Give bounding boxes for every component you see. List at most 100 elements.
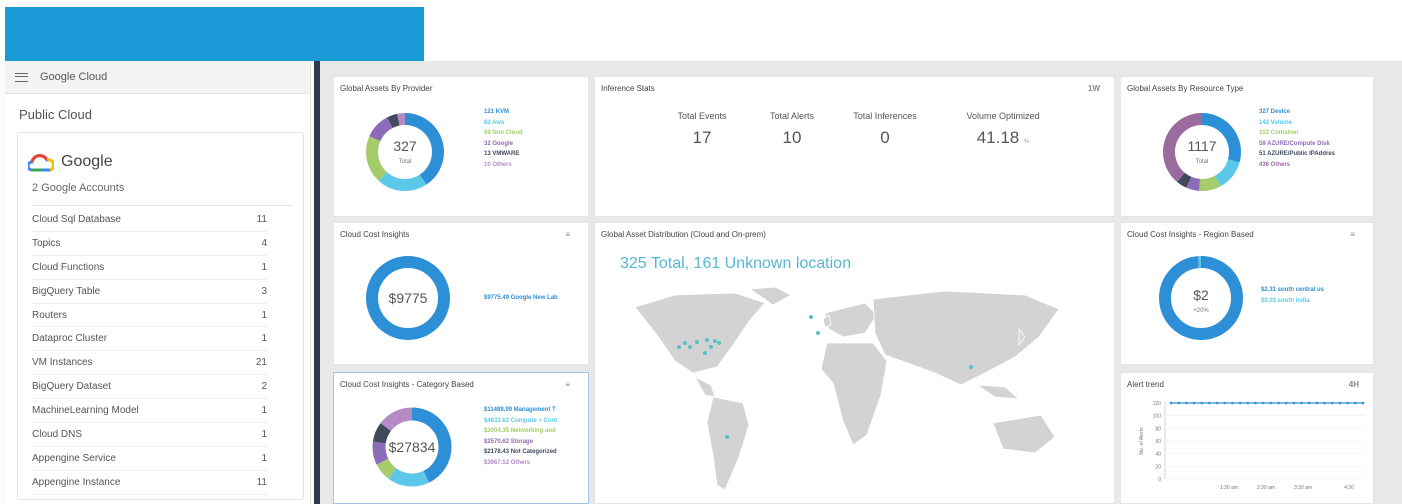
chart-legend: 327 Device 142 Volume 102 Container 59 AZUR… (1259, 107, 1335, 170)
widget-title: Inference Stats (601, 84, 655, 93)
provider-brand: Google (18, 133, 303, 173)
resource-row[interactable]: Appengine Service 1 (32, 447, 267, 471)
widget-title: Alert trend (1127, 380, 1164, 389)
data-point (1208, 401, 1211, 405)
x-tick-label: 3:30 am (1294, 485, 1312, 491)
data-point (1223, 401, 1227, 405)
stat-label: Volume Optimized (966, 111, 1040, 121)
legend-item[interactable]: 51 AZURE/Public IPAddres (1259, 149, 1335, 160)
legend-item[interactable]: 10 Others (484, 160, 523, 171)
legend-item[interactable]: $4633.62 Compute + Cont (484, 416, 557, 427)
widget-cloud-cost-insights[interactable]: Cloud Cost Insights ≡ $9775 $9775.49 Goo… (333, 222, 589, 365)
widget-title: Cloud Cost Insights - Category Based (340, 380, 474, 389)
legend-item[interactable]: 62 Aws (484, 118, 523, 129)
widget-cost-category[interactable]: Cloud Cost Insights - Category Based ≡ $… (333, 372, 589, 504)
data-point (1277, 401, 1280, 405)
resource-row[interactable]: Routers 1 (32, 304, 267, 328)
y-tick-label: 40 (1155, 452, 1161, 458)
widget-inference-stats[interactable]: Inference Stats 1W Total Events 17 Total… (594, 76, 1115, 217)
resource-row[interactable]: Cloud Sql Database 11 (32, 208, 267, 232)
resource-row[interactable]: VM Instances 21 (32, 351, 267, 376)
resource-count: 1 (261, 333, 267, 345)
legend-item[interactable]: 327 Device (1259, 107, 1335, 118)
legend-item[interactable]: $11489.99 Management T (484, 405, 557, 416)
widget-assets-by-provider[interactable]: Global Assets By Provider 327 Total 121 … (333, 76, 589, 217)
resource-row[interactable]: Appengine Instance 11 (32, 471, 267, 495)
location-marker (725, 435, 729, 439)
legend-item[interactable]: 121 KVM (484, 107, 523, 118)
resource-name: Cloud Functions (32, 261, 105, 273)
period-selector[interactable]: 1W (1088, 84, 1100, 93)
resource-name: Topics (32, 237, 61, 249)
stat-total-events: Total Events 17 (667, 111, 737, 148)
location-marker (713, 339, 717, 343)
widget-assets-by-resource-type[interactable]: Global Assets By Resource Type 1117 Tota… (1120, 76, 1374, 217)
section-title: Public Cloud (19, 107, 92, 122)
resource-row[interactable]: MachineLearning Model 1 (32, 399, 267, 424)
data-point (1215, 401, 1219, 405)
resource-row[interactable]: Cloud Functions 1 (32, 256, 267, 280)
legend-item[interactable]: 102 Container (1259, 128, 1335, 139)
resource-name: Routers (32, 309, 68, 321)
legend-item[interactable]: $0.03 south india (1261, 296, 1324, 307)
data-point (1192, 401, 1196, 405)
legend-item[interactable]: $2570.62 Storage (484, 437, 557, 448)
map-africa (820, 342, 888, 446)
resource-count: 2 (261, 381, 267, 393)
stat-label: Total Inferences (853, 111, 917, 121)
widget-cost-region[interactable]: Cloud Cost Insights - Region Based ≡ $2 … (1120, 222, 1374, 365)
legend-item[interactable]: 436 Others (1259, 160, 1335, 171)
resource-count: 1 (261, 452, 267, 464)
menu-icon[interactable]: ≡ (565, 230, 570, 239)
data-point (1323, 401, 1326, 405)
period-selector[interactable]: 4H (1349, 380, 1359, 389)
dashboard: Global Assets By Provider 327 Total 121 … (320, 61, 1402, 504)
resource-donut-chart: 1117 Total (1163, 113, 1241, 191)
menu-icon[interactable]: ≡ (1350, 230, 1355, 239)
legend-item[interactable]: $2178.43 Not Categorized (484, 447, 557, 458)
x-tick-label: 1:30 am (1220, 485, 1238, 491)
legend-item[interactable]: 142 Volume (1259, 118, 1335, 129)
chart-legend: $11489.99 Management T $4633.62 Compute +… (484, 405, 557, 468)
donut-center-label: Total (1196, 159, 1209, 165)
alert-trend-chart: 120 100 80 60 40 20 0 No. of Alerts 1:30 am 2:30 … (1139, 401, 1365, 491)
resource-count: 4 (261, 237, 267, 249)
data-point (1246, 401, 1250, 405)
map-asia (872, 290, 1060, 386)
legend-item[interactable]: $2.31 south central us (1261, 285, 1324, 296)
data-point (1292, 401, 1296, 405)
legend-item[interactable]: 32 Google (484, 139, 523, 150)
legend-item[interactable]: $3967.52 Others (484, 458, 557, 469)
location-marker (717, 341, 721, 345)
resource-row[interactable]: BigQuery Dataset 2 (32, 375, 267, 400)
legend-item[interactable]: $2004.35 Networking and (484, 426, 557, 437)
resource-row[interactable]: BigQuery Table 3 (32, 280, 267, 304)
resource-row[interactable]: Topics 4 (32, 232, 267, 256)
hamburger-menu-icon[interactable] (15, 72, 28, 82)
data-point (1169, 401, 1173, 405)
world-map[interactable] (615, 285, 1105, 500)
donut-center-value: 327 (393, 138, 417, 154)
y-tick-label: 80 (1155, 426, 1161, 432)
legend-item[interactable]: 59 AZURE/Compute Disk (1259, 139, 1335, 150)
resource-count: 1 (261, 261, 267, 273)
legend-item[interactable]: 13 VMWARE (484, 149, 523, 160)
provider-card[interactable]: Google 2 Google Accounts Cloud Sql Datab… (17, 132, 304, 500)
top-banner (5, 7, 424, 61)
resource-row[interactable]: Dataproc Cluster 1 (32, 327, 267, 352)
stat-total-inferences: Total Inferences 0 (843, 111, 927, 148)
resource-name: Appengine Instance (32, 476, 121, 488)
location-marker (709, 345, 713, 349)
chart-legend: $2.31 south central us $0.03 south india (1261, 285, 1324, 306)
resource-row[interactable]: Cloud DNS 1 (32, 423, 267, 447)
legend-item[interactable]: 59 Non Cloud (484, 128, 523, 139)
resource-name: Appengine Service (32, 452, 116, 464)
resource-list: Cloud Sql Database 11 Topics 4 Cloud Functio… (18, 206, 303, 495)
legend-item[interactable]: $9775.49 Google New Lab (484, 293, 558, 304)
menu-icon[interactable]: ≡ (565, 380, 570, 389)
x-tick-label: 4:30 (1344, 485, 1354, 491)
stat-label: Total Alerts (769, 111, 815, 121)
stat-volume-optimized: Volume Optimized 41.18 % (953, 111, 1053, 148)
widget-asset-distribution-map[interactable]: Global Asset Distribution (Cloud and On-… (594, 222, 1115, 504)
widget-alert-trend[interactable]: Alert trend 4H 120 100 80 60 40 20 0 No. of Ale… (1120, 372, 1374, 504)
